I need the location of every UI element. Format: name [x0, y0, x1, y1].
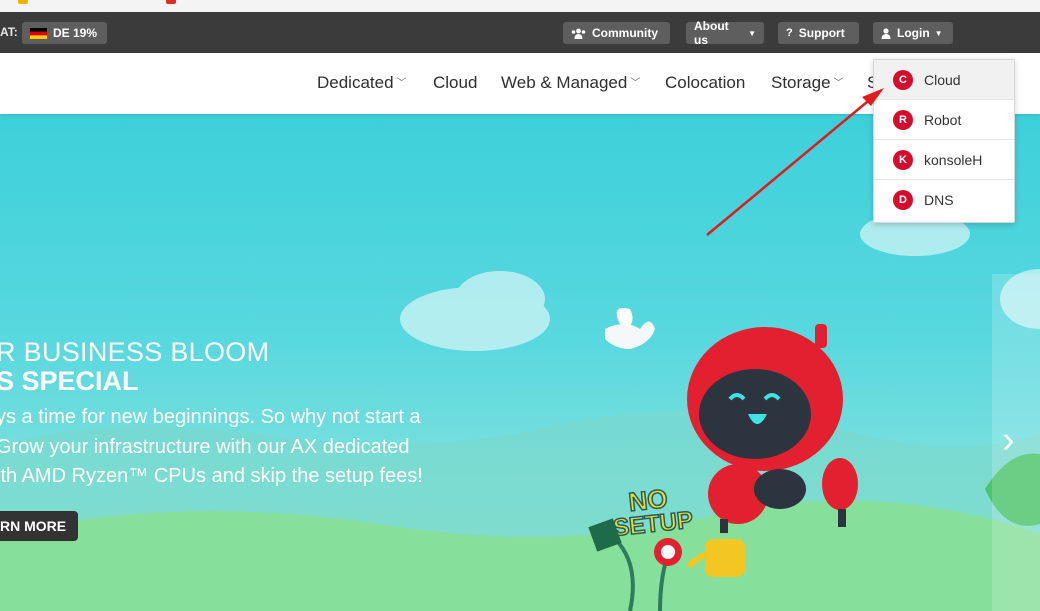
robot-illustration: [687, 324, 858, 533]
learn-more-label: RN MORE: [0, 518, 67, 534]
hero-title-line1: R BUSINESS BLOOM: [0, 337, 270, 367]
robot-logo-icon: R: [893, 109, 913, 130]
login-menu-item-konsoleh[interactable]: K konsoleH: [874, 140, 1014, 180]
login-menu-item-cloud[interactable]: C Cloud: [874, 60, 1014, 100]
vat-country-label: DE 19%: [53, 26, 98, 40]
login-label: Login: [897, 26, 930, 40]
support-label: Support: [798, 26, 845, 40]
top-bar: AT: DE 19% Community About us ▼ ? Suppor…: [0, 12, 1040, 53]
login-menu-item-robot[interactable]: R Robot: [874, 100, 1014, 140]
learn-more-button[interactable]: RN MORE: [0, 511, 79, 541]
page: AT: DE 19% Community About us ▼ ? Suppor…: [0, 0, 1040, 611]
users-icon: [571, 28, 586, 39]
nav-item-label: Web & Managed: [501, 73, 628, 92]
about-us-label: About us: [694, 19, 729, 47]
login-dropdown-menu: C Cloud R Robot K konsoleH D DNS: [873, 59, 1015, 223]
chevron-down-icon: ﹀: [833, 78, 844, 89]
nav-item-cloud[interactable]: Cloud: [433, 73, 477, 93]
support-button[interactable]: ? Support: [778, 22, 859, 44]
nav-item-web-managed[interactable]: Web & Managed ﹀: [501, 73, 640, 93]
nav-item-label: Dedicated: [317, 73, 394, 92]
nav-item-storage[interactable]: Storage ﹀: [771, 73, 844, 93]
about-us-button[interactable]: About us ▼: [686, 19, 764, 47]
vat-label: AT:: [0, 25, 18, 39]
nav-item-colocation[interactable]: Colocation: [665, 73, 745, 93]
caret-down-icon: ▼: [934, 28, 943, 38]
chevron-down-icon: ﹀: [630, 78, 641, 89]
login-menu-label: konsoleH: [924, 151, 983, 168]
chevron-down-icon: ﹀: [396, 78, 407, 89]
hero-title-line2: S SPECIAL: [0, 366, 139, 396]
login-button[interactable]: Login ▼: [873, 22, 953, 44]
bookmark-icon[interactable]: [166, 0, 176, 4]
community-label: Community: [592, 26, 658, 40]
question-icon: ?: [786, 27, 793, 39]
dns-logo-icon: D: [893, 190, 913, 210]
carousel-next-zone[interactable]: [992, 274, 1040, 611]
login-menu-item-dns[interactable]: D DNS: [874, 180, 1014, 220]
chevron-right-icon[interactable]: ›: [1002, 419, 1015, 462]
vat-country-button[interactable]: DE 19%: [22, 22, 107, 44]
nav-item-label: Storage: [771, 73, 831, 92]
cloud-logo-icon: C: [893, 69, 913, 90]
germany-flag-icon: [30, 27, 47, 39]
hero-copy-line: ith AMD Ryzen™ CPUs and skip the setup f…: [0, 465, 423, 487]
konsoleh-logo-icon: K: [893, 149, 913, 170]
caret-down-icon: ▼: [748, 28, 756, 38]
community-button[interactable]: Community: [563, 22, 670, 44]
login-menu-label: Robot: [924, 111, 962, 128]
nav-item-dedicated[interactable]: Dedicated ﹀: [317, 73, 407, 93]
login-menu-label: Cloud: [924, 71, 961, 88]
nav-item-label: Colocation: [665, 73, 746, 92]
hero-copy-line: Grow your infrastructure with our AX ded…: [0, 436, 410, 458]
login-menu-label: DNS: [924, 192, 954, 208]
user-icon: [881, 27, 891, 39]
nav-item-label: Cloud: [433, 73, 478, 92]
bookmark-icon[interactable]: [18, 0, 28, 4]
dove-illustration: [605, 308, 655, 349]
hero-copy-line: ys a time for new beginnings. So why not…: [0, 406, 421, 428]
